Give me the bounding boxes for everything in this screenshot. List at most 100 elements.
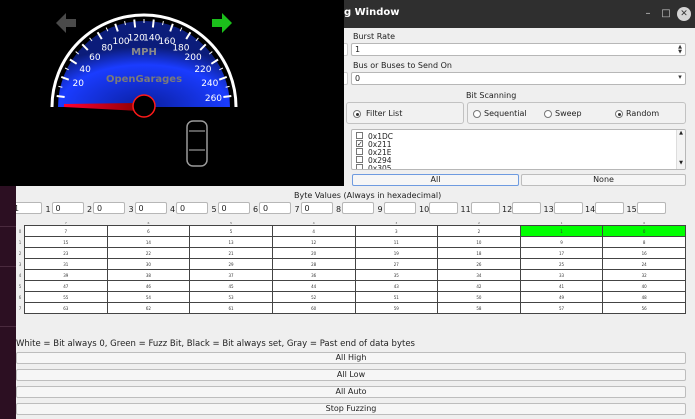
bit-cell[interactable]: 0	[602, 225, 686, 237]
bit-cell[interactable]: 36	[271, 269, 356, 281]
bit-cell[interactable]: 50	[437, 291, 521, 303]
bit-cell[interactable]: 59	[354, 302, 439, 314]
bit-cell[interactable]: 4	[271, 225, 356, 237]
bit-cell[interactable]: 9	[519, 236, 604, 248]
bit-cell[interactable]: 17	[519, 247, 604, 259]
filter-scrollbar[interactable]: ▲ ▼	[676, 130, 685, 169]
bit-cell[interactable]: 45	[189, 280, 273, 292]
bit-cell[interactable]: 31	[24, 258, 108, 270]
bit-cell[interactable]: 23	[24, 247, 108, 259]
bit-cell[interactable]: 41	[519, 280, 604, 292]
bit-cell[interactable]: 34	[437, 269, 521, 281]
bit-cell[interactable]: 38	[106, 269, 191, 281]
bit-cell[interactable]: 35	[354, 269, 439, 281]
byte-value-field[interactable]: 0	[259, 202, 291, 214]
all-high-button[interactable]: All High	[16, 352, 686, 364]
filter-listbox[interactable]: 0x1DC ✓ 0x211 0x21E 0x294 0x305 ▲ ▼	[351, 129, 686, 170]
bit-cell[interactable]: 11	[354, 236, 439, 248]
bit-cell[interactable]: 49	[519, 291, 604, 303]
none-button[interactable]: None	[521, 174, 686, 186]
checkbox[interactable]	[356, 148, 363, 155]
bit-cell[interactable]: 2	[437, 225, 521, 237]
close-icon[interactable]: ✕	[677, 7, 691, 21]
bit-cell[interactable]: 54	[106, 291, 191, 303]
bit-cell[interactable]: 56	[602, 302, 686, 314]
bit-cell[interactable]: 26	[437, 258, 521, 270]
bit-cell[interactable]: 1	[519, 225, 604, 237]
bit-cell[interactable]: 37	[189, 269, 273, 281]
bit-cell[interactable]: 61	[189, 302, 273, 314]
stop-fuzzing-button[interactable]: Stop Fuzzing	[16, 403, 686, 415]
all-low-button[interactable]: All Low	[16, 369, 686, 381]
bit-cell[interactable]: 42	[437, 280, 521, 292]
bit-cell[interactable]: 47	[24, 280, 108, 292]
spin-arrows-icon[interactable]: ▲▼	[676, 45, 684, 55]
bit-cell[interactable]: 21	[189, 247, 273, 259]
byte-value-field[interactable]	[595, 202, 624, 214]
maximize-icon[interactable]: □	[659, 7, 673, 21]
bus-select[interactable]: 0 ▾	[351, 72, 686, 85]
bit-cell[interactable]: 12	[271, 236, 356, 248]
byte-value-field[interactable]	[553, 202, 583, 214]
byte-value-field[interactable]	[636, 202, 666, 214]
chevron-down-icon[interactable]: ▾	[676, 74, 684, 81]
minimize-icon[interactable]: –	[641, 7, 655, 21]
bit-cell[interactable]: 33	[519, 269, 604, 281]
bit-cell[interactable]: 16	[602, 247, 686, 259]
all-button[interactable]: All	[352, 174, 519, 186]
filter-list-radio[interactable]	[353, 110, 361, 118]
bit-cell[interactable]: 62	[106, 302, 191, 314]
byte-value-field[interactable]	[383, 202, 416, 214]
bit-cell[interactable]: 63	[24, 302, 108, 314]
bit-cell[interactable]: 52	[271, 291, 356, 303]
bit-cell[interactable]: 39	[24, 269, 108, 281]
checkbox[interactable]	[356, 156, 363, 163]
bit-cell[interactable]: 3	[354, 225, 439, 237]
bit-cell[interactable]: 14	[106, 236, 191, 248]
byte-value-field[interactable]: 0	[134, 202, 167, 214]
byte-value-field[interactable]: 0	[217, 202, 250, 214]
bit-cell[interactable]: 58	[437, 302, 521, 314]
byte-value-field[interactable]	[342, 202, 374, 214]
random-radio[interactable]	[615, 110, 623, 118]
bit-cell[interactable]: 18	[437, 247, 521, 259]
bit-cell[interactable]: 51	[354, 291, 439, 303]
bit-cell[interactable]: 44	[271, 280, 356, 292]
bit-cell[interactable]: 6	[106, 225, 191, 237]
byte-value-field[interactable]	[429, 202, 458, 214]
burst-rate-spinbox[interactable]: 1 ▲ ▼	[351, 43, 686, 56]
bit-cell[interactable]: 53	[189, 291, 273, 303]
bit-cell[interactable]: 19	[354, 247, 439, 259]
bit-cell[interactable]: 57	[519, 302, 604, 314]
byte-value-field[interactable]	[512, 202, 541, 214]
bit-cell[interactable]: 60	[271, 302, 356, 314]
bit-cell[interactable]: 27	[354, 258, 439, 270]
byte-value-field[interactable]: 0	[176, 202, 208, 214]
bit-cell[interactable]: 8	[602, 236, 686, 248]
bit-cell[interactable]: 22	[106, 247, 191, 259]
byte-value-field[interactable]: 0	[51, 202, 84, 214]
bit-cell[interactable]: 46	[106, 280, 191, 292]
bit-cell[interactable]: 15	[24, 236, 108, 248]
checkbox[interactable]	[356, 132, 363, 139]
bit-cell[interactable]: 28	[271, 258, 356, 270]
bit-cell[interactable]: 32	[602, 269, 686, 281]
bit-cell[interactable]: 48	[602, 291, 686, 303]
bit-cell[interactable]: 24	[602, 258, 686, 270]
bit-cell[interactable]: 30	[106, 258, 191, 270]
bit-cell[interactable]: 25	[519, 258, 604, 270]
bit-cell[interactable]: 40	[602, 280, 686, 292]
byte-value-field[interactable]: 0	[300, 202, 333, 214]
byte-value-field[interactable]: 0	[93, 202, 125, 214]
checkbox-checked[interactable]: ✓	[356, 140, 363, 148]
bit-cell[interactable]: 20	[271, 247, 356, 259]
checkbox[interactable]	[356, 164, 363, 169]
byte-value-field[interactable]	[470, 202, 500, 214]
sweep-radio[interactable]	[544, 110, 552, 118]
all-auto-button[interactable]: All Auto	[16, 386, 686, 398]
bit-cell[interactable]: 29	[189, 258, 273, 270]
sequential-radio[interactable]	[473, 110, 481, 118]
bit-cell[interactable]: 13	[189, 236, 273, 248]
bit-cell[interactable]: 5	[189, 225, 273, 237]
bit-cell[interactable]: 10	[437, 236, 521, 248]
